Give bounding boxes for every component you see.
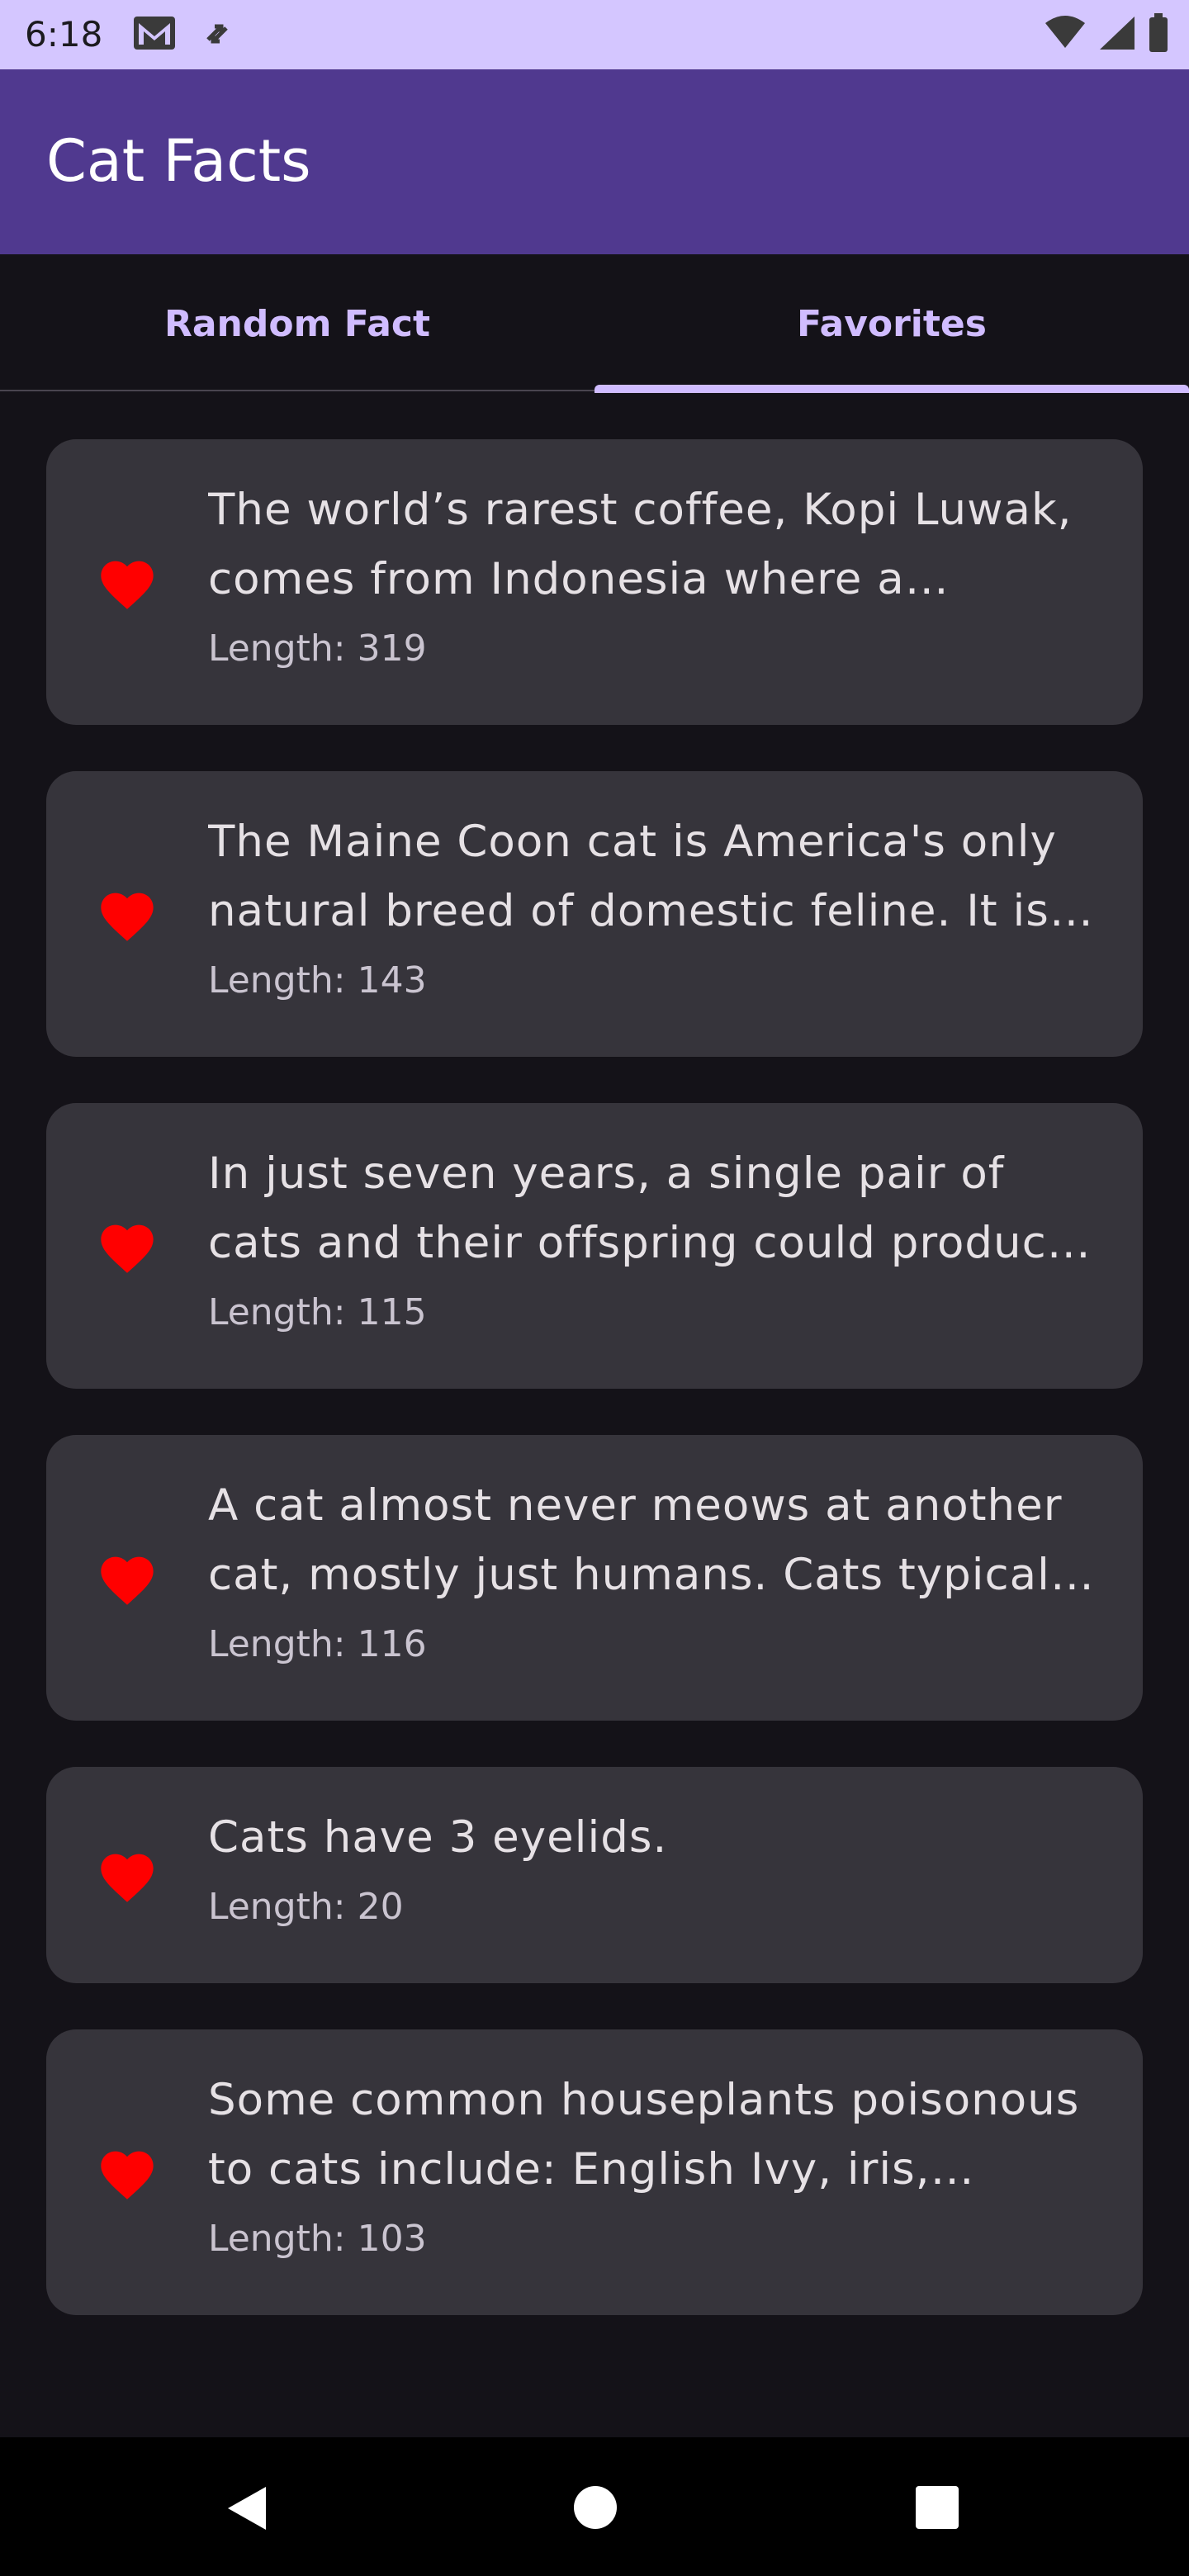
fact-card[interactable]: The Maine Coon cat is America's only nat… bbox=[46, 771, 1143, 1057]
fact-length: Length: 20 bbox=[208, 1886, 404, 1928]
fact-length: Length: 103 bbox=[208, 2218, 427, 2260]
favorite-heart-icon[interactable] bbox=[96, 553, 159, 611]
favorite-heart-icon[interactable] bbox=[96, 1846, 159, 1904]
selected-tab-indicator bbox=[594, 385, 1189, 393]
fact-card[interactable]: Cats have 3 eyelids. Length: 20 bbox=[46, 1767, 1143, 1983]
fact-length: Length: 143 bbox=[208, 959, 427, 1002]
fact-text: The Maine Coon cat is America's only nat… bbox=[208, 817, 1057, 936]
status-bar: 6:18 bbox=[0, 0, 1189, 69]
app-bar: Cat Facts bbox=[0, 69, 1189, 254]
gmail-icon bbox=[132, 15, 177, 54]
app-title: Cat Facts bbox=[46, 127, 311, 195]
fact-text: In just seven years, a single pair of ca… bbox=[208, 1148, 1075, 1268]
tab-row: Random Fact Favorites bbox=[0, 254, 1189, 393]
cell-signal-icon bbox=[1098, 15, 1136, 54]
fact-card[interactable]: Some common houseplants poisonous to cat… bbox=[46, 2029, 1143, 2315]
favorite-heart-icon[interactable] bbox=[96, 1217, 159, 1275]
system-nav-bar bbox=[0, 2437, 1189, 2576]
tab-favorites[interactable]: Favorites bbox=[594, 254, 1189, 393]
fact-length: Length: 319 bbox=[208, 627, 427, 670]
favorite-heart-icon[interactable] bbox=[96, 1549, 159, 1607]
battery-icon bbox=[1148, 13, 1169, 56]
fact-length: Length: 116 bbox=[208, 1623, 427, 1665]
fact-text: A cat almost never meows at another cat,… bbox=[208, 1480, 1090, 1600]
back-icon[interactable] bbox=[225, 2484, 271, 2536]
wifi-icon bbox=[1044, 15, 1087, 54]
fact-card[interactable]: A cat almost never meows at another cat,… bbox=[46, 1435, 1143, 1721]
fact-length: Length: 115 bbox=[208, 1291, 427, 1333]
fact-card[interactable]: In just seven years, a single pair of ca… bbox=[46, 1103, 1143, 1389]
fact-card[interactable]: The world’s rarest coffee, Kopi Luwak, c… bbox=[46, 439, 1143, 725]
status-time: 6:18 bbox=[25, 14, 103, 54]
favorite-heart-icon[interactable] bbox=[96, 2143, 159, 2201]
favorite-heart-icon[interactable] bbox=[96, 885, 159, 943]
home-icon[interactable] bbox=[573, 2485, 618, 2533]
recents-icon[interactable] bbox=[915, 2485, 959, 2533]
tab-random-fact[interactable]: Random Fact bbox=[0, 254, 594, 393]
fact-text: Some common houseplants poisonous to cat… bbox=[208, 2075, 1080, 2195]
fact-text: Cats have 3 eyelids. bbox=[208, 1812, 668, 1863]
data-transfer-icon bbox=[205, 15, 230, 54]
fact-text: The world’s rarest coffee, Kopi Luwak, c… bbox=[208, 485, 1073, 604]
tab-divider bbox=[0, 390, 594, 391]
